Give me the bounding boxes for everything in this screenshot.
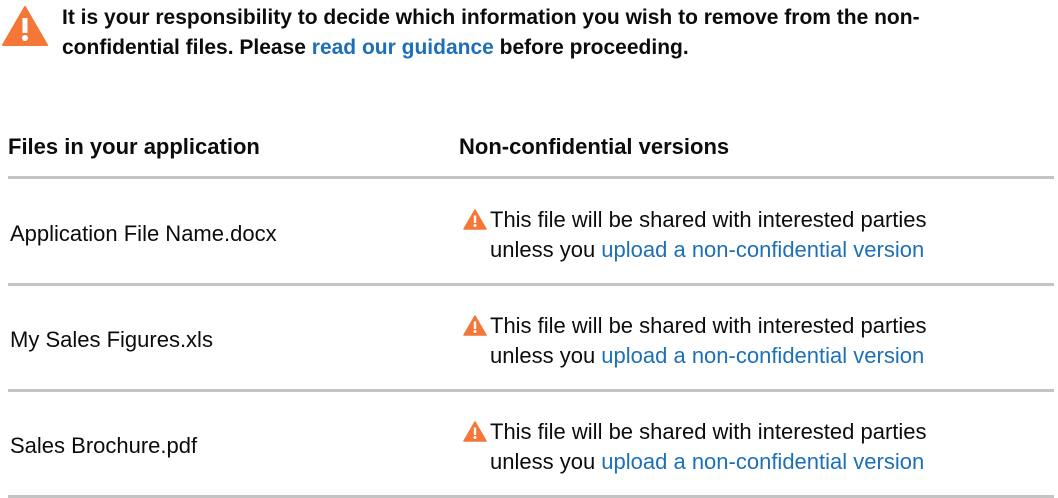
share-notice-line1: This file will be shared with interested… [490,419,927,444]
warning-text-after: before proceeding. [493,36,689,59]
warning-icon [2,6,48,46]
warning-icon [463,315,487,336]
file-name: My Sales Figures.xls [10,327,213,352]
upload-non-confidential-link[interactable]: upload a non-confidential version [601,237,924,262]
warning-text: It is your responsibility to decide whic… [62,3,1022,63]
share-notice-line1: This file will be shared with interested… [490,207,927,232]
share-notice-prefix: unless you [490,343,602,368]
table-row: My Sales Figures.xls This file will be s… [8,286,1054,392]
file-name: Application File Name.docx [10,221,277,246]
warning-icon [463,421,487,442]
table-row: Application File Name.docx This file wil… [8,180,1054,286]
column-header-non-confidential: Non-confidential versions [459,134,730,159]
table-header: Files in your application Non-confidenti… [8,132,1054,179]
share-notice-line2: unless you upload a non-confidential ver… [490,447,924,477]
read-guidance-link[interactable]: read our guidance [312,36,494,59]
table-row: Sales Brochure.pdf This file will be sha… [8,392,1054,498]
warning-icon [463,209,487,230]
upload-non-confidential-link[interactable]: upload a non-confidential version [601,449,924,474]
share-notice-prefix: unless you [490,449,602,474]
share-notice-line1: This file will be shared with interested… [490,313,927,338]
share-notice-line2: unless you upload a non-confidential ver… [490,235,924,265]
upload-non-confidential-link[interactable]: upload a non-confidential version [601,343,924,368]
share-notice-line2: unless you upload a non-confidential ver… [490,341,924,371]
file-name: Sales Brochure.pdf [10,433,198,458]
share-notice-prefix: unless you [490,237,602,262]
column-header-files: Files in your application [8,134,260,159]
